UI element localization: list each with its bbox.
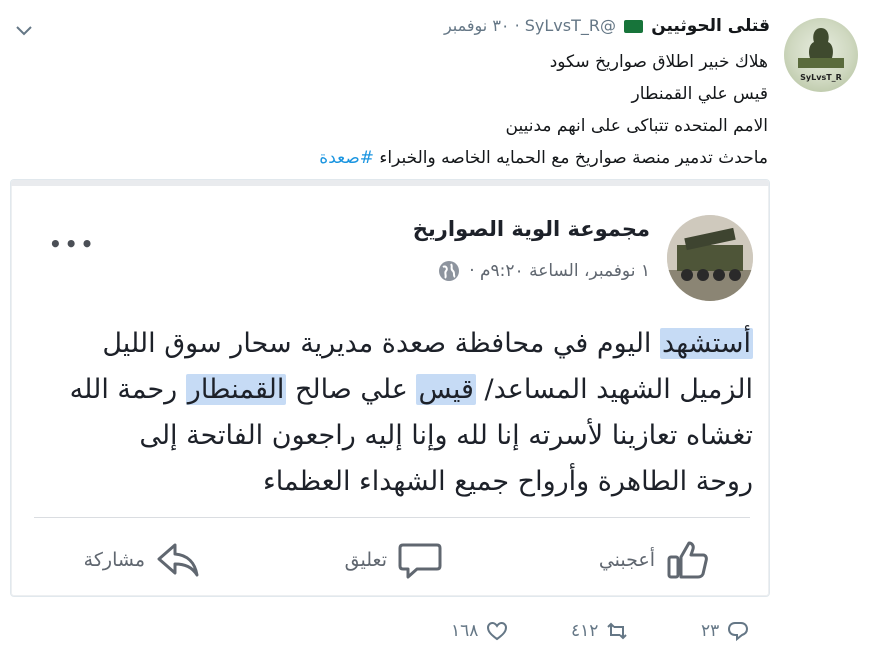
author-avatar[interactable]: SyLvsT_R bbox=[784, 18, 858, 92]
missile-launcher-image bbox=[667, 215, 753, 301]
tweet-time[interactable]: ٣٠ نوفمبر bbox=[444, 16, 510, 35]
comment-button[interactable]: تعليق bbox=[345, 536, 443, 584]
tweet-line-text: ماحدث تدمير منصة صواريخ مع الحمايه الخاص… bbox=[379, 148, 768, 168]
post-text-span: علي صالح bbox=[286, 374, 417, 405]
like-count: ١٦٨ bbox=[451, 621, 479, 641]
card-divider bbox=[34, 517, 750, 518]
share-button[interactable]: مشاركة bbox=[84, 536, 201, 584]
reply-icon bbox=[728, 622, 749, 642]
comment-label: تعليق bbox=[344, 549, 387, 571]
card-top-band bbox=[11, 180, 769, 186]
avatar-image: SyLvsT_R bbox=[798, 28, 844, 82]
like-icon bbox=[667, 541, 708, 579]
like-action[interactable]: ١٦٨ bbox=[451, 620, 508, 642]
retweet-icon bbox=[607, 622, 628, 640]
retweet-count: ٤١٢ bbox=[571, 621, 599, 641]
like-button[interactable]: أعجبني bbox=[599, 536, 711, 584]
page-avatar[interactable] bbox=[667, 215, 753, 301]
post-line: أستشهد اليوم في محافظة صعدة مديرية سحار … bbox=[43, 321, 753, 367]
post-line: الزميل الشهيد المساعد/ قيس علي صالح القم… bbox=[43, 367, 753, 413]
post-text-span: الزميل الشهيد المساعد/ bbox=[475, 374, 753, 405]
post-body: أستشهد اليوم في محافظة صعدة مديرية سحار … bbox=[43, 321, 753, 505]
more-options-icon[interactable]: ••• bbox=[49, 232, 96, 256]
tweet-text: هلاك خبير اطلاق صواريخ سكود قيس علي القم… bbox=[319, 46, 768, 174]
share-icon bbox=[157, 543, 199, 577]
tweet-line-with-hashtag: ماحدث تدمير منصة صواريخ مع الحمايه الخاص… bbox=[319, 142, 768, 174]
retweet-action[interactable]: ٤١٢ bbox=[571, 620, 628, 642]
tweet-line: الامم المتحده تتباكى على انهم مدنيين bbox=[505, 116, 768, 136]
highlighted-word: قيس bbox=[416, 374, 476, 405]
comment-icon bbox=[398, 543, 442, 579]
heart-icon bbox=[487, 621, 508, 641]
like-label: أعجبني bbox=[598, 549, 655, 571]
author-handle[interactable]: @SyLvsT_R bbox=[525, 16, 616, 35]
tweet-line: قيس علي القمنطار bbox=[631, 84, 768, 104]
post-time[interactable]: ١ نوفمبر، الساعة ٩:٢٠م · bbox=[469, 261, 650, 281]
tweet-header: قتلى الحوثيين @SyLvsT_R · ٣٠ نوفمبر bbox=[444, 16, 770, 36]
chevron-down-icon[interactable] bbox=[14, 24, 34, 38]
post-text-span: رحمة الله bbox=[69, 374, 186, 405]
tweet-line: هلاك خبير اطلاق صواريخ سكود bbox=[549, 52, 768, 72]
post-meta: ١ نوفمبر، الساعة ٩:٢٠م · bbox=[438, 260, 650, 282]
author-name[interactable]: قتلى الحوثيين bbox=[651, 16, 770, 36]
page-name[interactable]: مجموعة الوية الصواريخ bbox=[413, 217, 650, 241]
svg-text:SyLvsT_R: SyLvsT_R bbox=[800, 73, 842, 82]
post-text-span: اليوم في محافظة صعدة مديرية سحار سوق الل… bbox=[102, 328, 661, 359]
globe-icon bbox=[438, 261, 459, 281]
share-label: مشاركة bbox=[83, 549, 145, 571]
post-line: روحة الطاهرة وأرواح جميع الشهداء العظماء bbox=[263, 466, 753, 497]
highlighted-word: أستشهد bbox=[660, 328, 753, 359]
flag-icon bbox=[624, 20, 644, 33]
separator-dot: · bbox=[509, 16, 520, 35]
reply-action[interactable]: ٢٣ bbox=[701, 620, 749, 642]
highlighted-word: القمنطار bbox=[185, 374, 287, 405]
reply-count: ٢٣ bbox=[701, 621, 720, 641]
hashtag-link[interactable]: #صعدة bbox=[319, 148, 374, 168]
post-line: تغشاه تعازينا لأسرته إنا لله وإنا إليه ر… bbox=[139, 420, 753, 451]
